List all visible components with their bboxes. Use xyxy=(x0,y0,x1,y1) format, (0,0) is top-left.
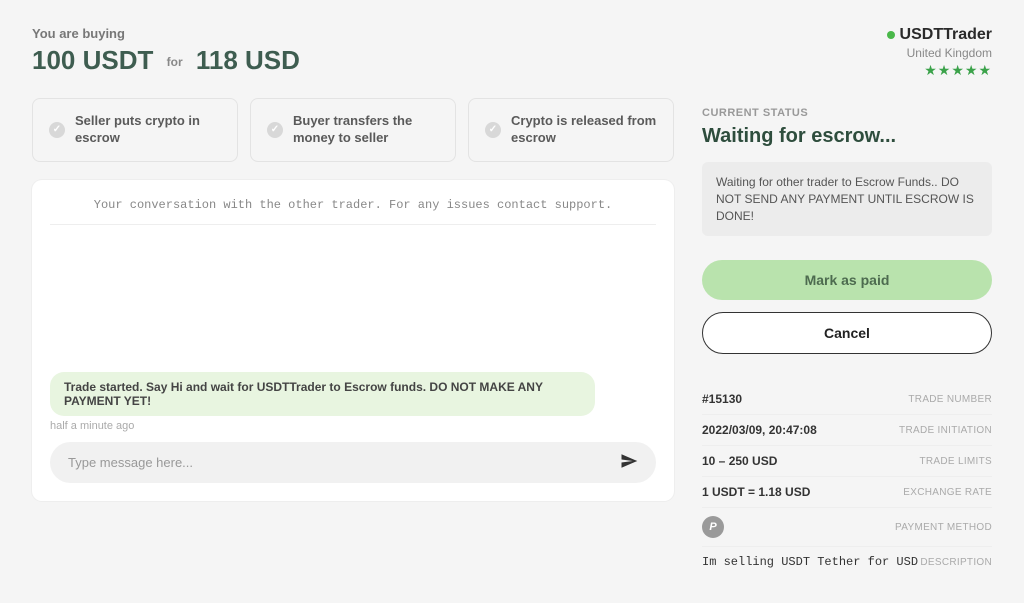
trader-name: USDTTrader xyxy=(702,26,992,44)
chat-intro-text: Your conversation with the other trader.… xyxy=(50,198,656,225)
detail-row-trade-number: #15130 TRADE NUMBER xyxy=(702,384,992,415)
check-icon: ✓ xyxy=(485,122,501,138)
amount-line: 100 USDT for 118 USD xyxy=(32,45,300,76)
detail-label: TRADE NUMBER xyxy=(908,394,992,405)
step-card-transfer: ✓ Buyer transfers the money to seller xyxy=(250,98,456,162)
steps-row: ✓ Seller puts crypto in escrow ✓ Buyer t… xyxy=(32,98,674,162)
rating-stars: ★★★★★ xyxy=(702,62,992,79)
detail-label: DESCRIPTION xyxy=(920,557,992,568)
fiat-amount: 118 USD xyxy=(196,45,300,75)
step-text: Crypto is released from escrow xyxy=(511,113,657,147)
detail-row-payment: P PAYMENT METHOD xyxy=(702,508,992,547)
detail-label: EXCHANGE RATE xyxy=(903,487,992,498)
detail-value: 1 USDT = 1.18 USD xyxy=(702,485,810,499)
step-card-escrow: ✓ Seller puts crypto in escrow xyxy=(32,98,238,162)
buy-summary: You are buying 100 USDT for 118 USD xyxy=(32,26,300,76)
detail-value: #15130 xyxy=(702,392,742,406)
chat-panel: Your conversation with the other trader.… xyxy=(32,180,674,501)
detail-value: P xyxy=(702,516,724,538)
detail-value: 2022/03/09, 20:47:08 xyxy=(702,423,817,437)
detail-label: PAYMENT METHOD xyxy=(895,522,992,533)
trader-block[interactable]: USDTTrader United Kingdom ★★★★★ xyxy=(702,26,992,79)
check-icon: ✓ xyxy=(49,122,65,138)
chat-timestamp: half a minute ago xyxy=(50,420,656,432)
crypto-amount: 100 USDT xyxy=(32,45,153,75)
escrow-warning: Waiting for other trader to Escrow Funds… xyxy=(702,162,992,236)
cancel-button[interactable]: Cancel xyxy=(702,312,992,354)
detail-row-rate: 1 USDT = 1.18 USD EXCHANGE RATE xyxy=(702,477,992,508)
step-text: Buyer transfers the money to seller xyxy=(293,113,439,147)
detail-row-initiation: 2022/03/09, 20:47:08 TRADE INITIATION xyxy=(702,415,992,446)
detail-row-description: Im selling USDT Tether for USD DESCRIPTI… xyxy=(702,547,992,577)
detail-row-limits: 10 – 250 USD TRADE LIMITS xyxy=(702,446,992,477)
status-heading: Waiting for escrow... xyxy=(702,125,992,148)
send-icon[interactable] xyxy=(620,452,638,473)
online-indicator-icon xyxy=(887,31,895,39)
check-icon: ✓ xyxy=(267,122,283,138)
you-are-buying-label: You are buying xyxy=(32,26,300,41)
step-text: Seller puts crypto in escrow xyxy=(75,113,221,147)
step-card-release: ✓ Crypto is released from escrow xyxy=(468,98,674,162)
detail-value: 10 – 250 USD xyxy=(702,454,777,468)
paypal-icon: P xyxy=(702,516,724,538)
chat-messages[interactable]: Trade started. Say Hi and wait for USDTT… xyxy=(50,225,656,442)
detail-label: TRADE LIMITS xyxy=(920,456,993,467)
trader-country: United Kingdom xyxy=(702,46,992,60)
trade-details: #15130 TRADE NUMBER 2022/03/09, 20:47:08… xyxy=(702,384,992,577)
status-label: CURRENT STATUS xyxy=(702,107,992,119)
detail-value: Im selling USDT Tether for USD xyxy=(702,555,918,569)
for-label: for xyxy=(167,55,183,69)
chat-input[interactable] xyxy=(68,455,610,470)
detail-label: TRADE INITIATION xyxy=(899,425,992,436)
mark-as-paid-button[interactable]: Mark as paid xyxy=(702,260,992,300)
chat-input-row xyxy=(50,442,656,483)
chat-message: Trade started. Say Hi and wait for USDTT… xyxy=(50,372,595,416)
